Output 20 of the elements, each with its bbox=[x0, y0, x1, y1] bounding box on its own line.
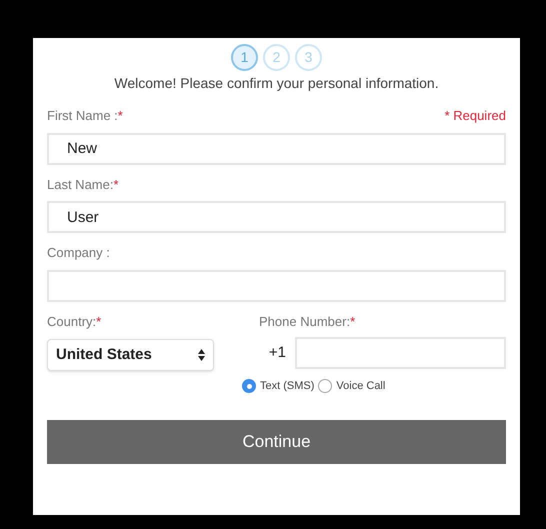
continue-button[interactable]: Continue bbox=[47, 420, 506, 464]
step-indicator: 2 bbox=[263, 44, 290, 71]
radio-option[interactable]: Text (SMS) bbox=[242, 378, 314, 394]
phone-field[interactable] bbox=[295, 337, 506, 369]
field-label: Country:* bbox=[47, 312, 102, 331]
step-indicator: 3 bbox=[295, 44, 322, 71]
field-label: First Name :* bbox=[47, 107, 123, 125]
phone-prefix: +1 bbox=[268, 342, 287, 363]
text-field[interactable] bbox=[47, 270, 506, 302]
field-label: Last Name:* bbox=[47, 176, 119, 194]
field-label: Phone Number:* bbox=[259, 312, 356, 330]
intro-text: Welcome! Please confirm your personal information. bbox=[113, 74, 440, 93]
required-note: * Required bbox=[444, 107, 506, 125]
step-indicator: 1 bbox=[231, 44, 258, 71]
country-select[interactable]: United States bbox=[47, 339, 214, 371]
field-label: Company : bbox=[47, 244, 110, 262]
text-field[interactable]: User bbox=[47, 201, 506, 233]
radio-option[interactable]: Voice Call bbox=[318, 378, 386, 394]
up-down-caret-icon bbox=[198, 349, 205, 361]
text-field[interactable]: New bbox=[47, 132, 506, 164]
